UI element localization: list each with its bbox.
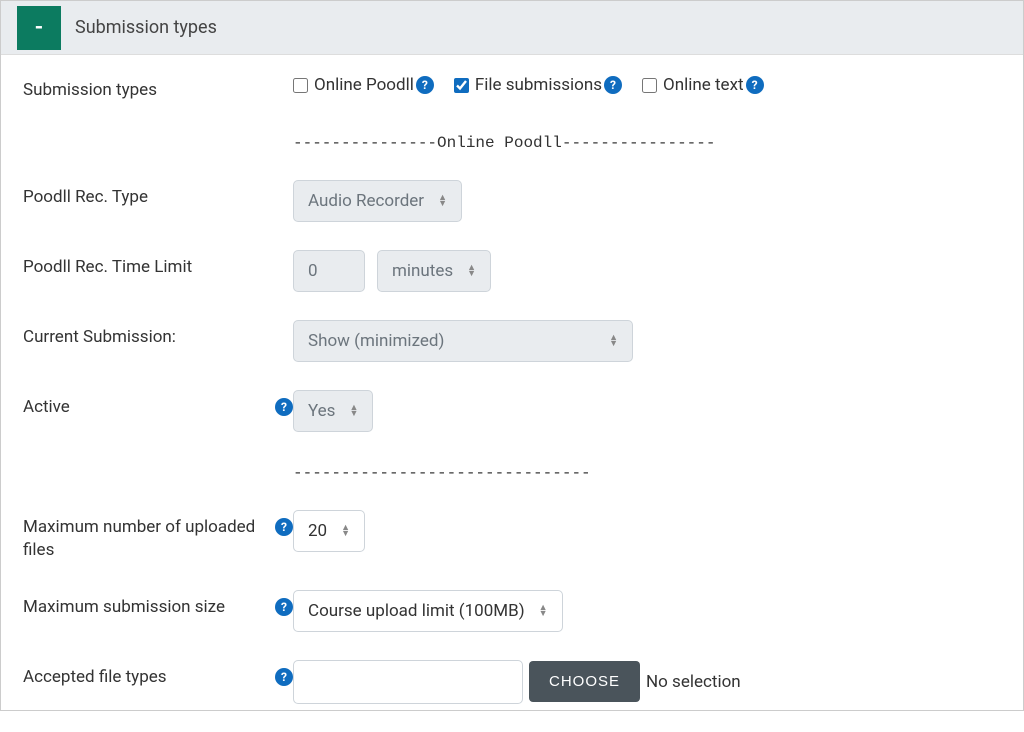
row-active: Active ? Yes ▲▼	[23, 390, 1001, 432]
updown-icon: ▲▼	[438, 195, 447, 207]
select-poodll-rec-type[interactable]: Audio Recorder ▲▼	[293, 180, 462, 222]
row-max-files: Maximum number of uploaded files ? 20 ▲▼	[23, 510, 1001, 562]
collapse-toggle[interactable]: -	[17, 6, 61, 50]
no-selection-text: No selection	[646, 672, 741, 692]
select-value: minutes	[392, 261, 453, 281]
select-value: Yes	[308, 401, 335, 421]
select-value: 20	[308, 521, 327, 541]
checkbox-item-online-poodll: Online Poodll ?	[293, 75, 434, 95]
select-active[interactable]: Yes ▲▼	[293, 390, 373, 432]
checkbox-label-file-submissions: File submissions	[475, 75, 602, 95]
form-area: Submission types Online Poodll ? File su…	[1, 55, 1023, 730]
divider-online-poodll: ---------------Online Poodll------------…	[293, 130, 1001, 152]
checkbox-label-online-text: Online text	[663, 75, 744, 95]
checkbox-online-poodll[interactable]	[293, 78, 308, 93]
row-max-size: Maximum submission size ? Course upload …	[23, 590, 1001, 632]
updown-icon: ▲▼	[341, 525, 350, 537]
input-time-limit-value[interactable]: 0	[293, 250, 365, 292]
help-icon[interactable]: ?	[275, 598, 293, 616]
input-accepted-types[interactable]	[293, 660, 523, 704]
label-poodll-rec-type: Poodll Rec. Type	[23, 186, 293, 209]
row-divider-poodll: ---------------Online Poodll------------…	[23, 130, 1001, 152]
select-max-files[interactable]: 20 ▲▼	[293, 510, 365, 552]
select-value: Audio Recorder	[308, 191, 424, 211]
row-submission-types: Submission types Online Poodll ? File su…	[23, 73, 1001, 102]
section-header: - Submission types	[1, 1, 1023, 55]
choose-button[interactable]: CHOOSE	[529, 661, 640, 702]
select-max-size[interactable]: Course upload limit (100MB) ▲▼	[293, 590, 563, 632]
checkbox-item-file-submissions: File submissions ?	[454, 75, 622, 95]
select-value: Course upload limit (100MB)	[308, 601, 525, 621]
row-current-submission: Current Submission: Show (minimized) ▲▼	[23, 320, 1001, 362]
help-icon[interactable]: ?	[416, 76, 434, 94]
updown-icon: ▲▼	[539, 605, 548, 617]
help-icon[interactable]: ?	[275, 518, 293, 536]
help-icon[interactable]: ?	[275, 398, 293, 416]
help-icon[interactable]: ?	[275, 668, 293, 686]
updown-icon: ▲▼	[349, 405, 358, 417]
checkbox-file-submissions[interactable]	[454, 78, 469, 93]
select-current-submission[interactable]: Show (minimized) ▲▼	[293, 320, 633, 362]
label-active: Active	[23, 396, 265, 419]
label-submission-types: Submission types	[23, 79, 293, 102]
checkbox-item-online-text: Online text ?	[642, 75, 764, 95]
row-poodll-time-limit: Poodll Rec. Time Limit 0 minutes ▲▼	[23, 250, 1001, 292]
select-time-unit[interactable]: minutes ▲▼	[377, 250, 491, 292]
checkbox-online-text[interactable]	[642, 78, 657, 93]
label-max-files: Maximum number of uploaded files	[23, 516, 265, 562]
help-icon[interactable]: ?	[604, 76, 622, 94]
label-max-size: Maximum submission size	[23, 596, 265, 619]
divider-generic: -------------------------------	[293, 460, 1001, 482]
row-accepted-types: Accepted file types ? CHOOSE No selectio…	[23, 660, 1001, 704]
label-current-submission: Current Submission:	[23, 326, 293, 349]
row-poodll-rec-type: Poodll Rec. Type Audio Recorder ▲▼	[23, 180, 1001, 222]
label-poodll-time-limit: Poodll Rec. Time Limit	[23, 256, 293, 279]
checkbox-label-online-poodll: Online Poodll	[314, 75, 414, 95]
updown-icon: ▲▼	[609, 335, 618, 347]
submission-types-group: Online Poodll ? File submissions ? Onlin…	[293, 73, 1001, 95]
time-limit-value: 0	[308, 261, 318, 281]
row-divider-2: -------------------------------	[23, 460, 1001, 482]
section-title: Submission types	[75, 17, 217, 38]
help-icon[interactable]: ?	[746, 76, 764, 94]
label-accepted-types: Accepted file types	[23, 666, 265, 689]
select-value: Show (minimized)	[308, 331, 444, 351]
updown-icon: ▲▼	[467, 265, 476, 277]
